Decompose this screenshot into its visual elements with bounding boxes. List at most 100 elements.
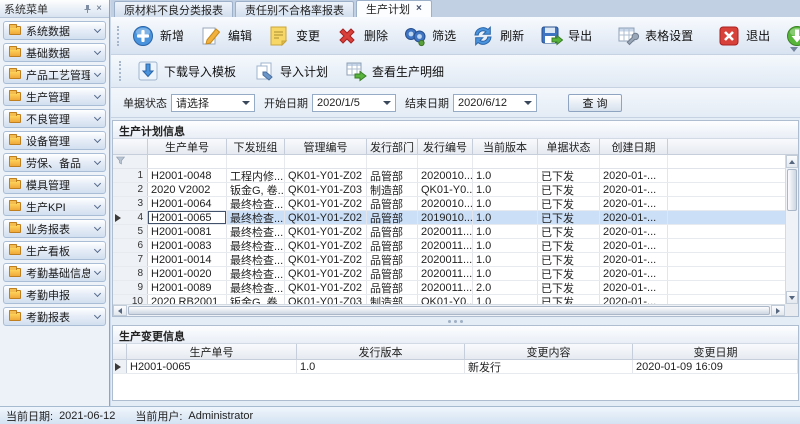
table-cell[interactable]: 最终检查... [227, 197, 285, 210]
table-cell[interactable]: 最终检查... [227, 225, 285, 238]
table-cell[interactable]: 2020011... [418, 267, 473, 280]
table-cell[interactable]: QK01-Y01-Z02 [285, 197, 367, 210]
column-header[interactable]: 生产单号 [127, 344, 297, 359]
sidebar-item[interactable]: 生产看板 [3, 241, 106, 260]
table-cell[interactable]: H2001-0065 [148, 211, 227, 224]
grid-settings-button[interactable]: 表格设置 [609, 21, 700, 51]
column-header[interactable]: 下发班组 [227, 139, 285, 154]
filter-cell[interactable] [285, 155, 367, 168]
table-row[interactable]: 22020 V2002钣金G, 卷...QK01-Y01-Z03制造部QK01-… [113, 183, 798, 197]
scroll-down-icon[interactable] [786, 291, 798, 304]
table-cell[interactable]: 1.0 [473, 169, 538, 182]
table-cell[interactable]: H2001-0064 [148, 197, 227, 210]
table-cell[interactable]: 已下发 [538, 183, 600, 196]
table-cell[interactable]: 1.0 [297, 360, 465, 373]
table-cell[interactable]: 2020011... [418, 239, 473, 252]
filter-cell[interactable] [418, 155, 473, 168]
column-header[interactable]: 发行版本 [297, 344, 465, 359]
import-plan-button[interactable]: 导入计划 [246, 57, 335, 85]
tab-close-icon[interactable]: × [416, 4, 422, 14]
table-cell[interactable]: 1.0 [473, 267, 538, 280]
table-row[interactable]: 5H2001-0081最终检查...QK01-Y01-Z02品管部2020011… [113, 225, 798, 239]
tab[interactable]: 生产计划× [356, 0, 432, 17]
horizontal-scroll-thumb[interactable] [128, 306, 770, 315]
table-cell[interactable]: 已下发 [538, 253, 600, 266]
table-cell[interactable]: H2001-0081 [148, 225, 227, 238]
table-cell[interactable]: H2001-0065 [127, 360, 297, 373]
export-button[interactable]: 导出 [532, 21, 599, 51]
table-cell[interactable]: 品管部 [367, 239, 418, 252]
table-cell[interactable]: 品管部 [367, 211, 418, 224]
table-cell[interactable]: 品管部 [367, 197, 418, 210]
table-cell[interactable]: 新发行 [465, 360, 633, 373]
table-cell[interactable]: 2020-01-... [600, 211, 668, 224]
plan-vertical-scrollbar[interactable] [785, 155, 798, 304]
column-header[interactable]: 发行部门 [367, 139, 418, 154]
table-cell[interactable]: 2020-01-... [600, 281, 668, 294]
pin-icon[interactable] [81, 3, 93, 15]
table-cell[interactable]: 2020011... [418, 225, 473, 238]
table-cell[interactable]: 钣金G, 卷... [227, 183, 285, 196]
table-cell[interactable]: 最终检查... [227, 239, 285, 252]
add-button[interactable]: 新增 [124, 21, 191, 51]
filter-cell[interactable] [227, 155, 285, 168]
scroll-right-icon[interactable] [771, 305, 785, 316]
filter-cell[interactable] [600, 155, 668, 168]
table-cell[interactable]: 2020011... [418, 281, 473, 294]
column-header[interactable]: 生产单号 [148, 139, 227, 154]
scroll-up-icon[interactable] [786, 155, 798, 168]
table-cell[interactable]: 1.0 [473, 197, 538, 210]
edit-button[interactable]: 编辑 [192, 21, 259, 51]
table-row[interactable]: 9H2001-0089最终检查...QK01-Y01-Z02品管部2020011… [113, 281, 798, 295]
table-row[interactable]: 4H2001-0065最终检查...QK01-Y01-Z02品管部2019010… [113, 211, 798, 225]
scroll-left-icon[interactable] [113, 305, 127, 316]
table-cell[interactable]: QK01-Y01-Z02 [285, 253, 367, 266]
table-cell[interactable]: 2.0 [473, 281, 538, 294]
filter-cell[interactable] [538, 155, 600, 168]
table-cell[interactable]: 2020-01-... [600, 169, 668, 182]
table-cell[interactable]: 已下发 [538, 267, 600, 280]
table-cell[interactable]: 2020-01-... [600, 225, 668, 238]
table-cell[interactable]: 2020-01-... [600, 197, 668, 210]
table-cell[interactable]: 最终检查... [227, 211, 285, 224]
table-cell[interactable]: 品管部 [367, 267, 418, 280]
column-header[interactable]: 管理编号 [285, 139, 367, 154]
table-cell[interactable]: H2001-0048 [148, 169, 227, 182]
filter-cell[interactable] [367, 155, 418, 168]
sidebar-item[interactable]: 考勤申报 [3, 285, 106, 304]
table-cell[interactable]: 1.0 [473, 239, 538, 252]
table-cell[interactable]: 最终检查... [227, 281, 285, 294]
sidebar-item[interactable]: 业务报表 [3, 219, 106, 238]
vertical-scroll-thumb[interactable] [787, 169, 797, 211]
table-cell[interactable]: 2020-01-09 16:09 [633, 360, 798, 373]
panel-splitter[interactable] [112, 317, 799, 325]
table-row[interactable]: 6H2001-0083最终检查...QK01-Y01-Z02品管部2020011… [113, 239, 798, 253]
table-cell[interactable]: 2020-01-... [600, 253, 668, 266]
sidebar-item[interactable]: 生产KPI [3, 197, 106, 216]
table-cell[interactable]: 2020-01-... [600, 183, 668, 196]
sidebar-item[interactable]: 模具管理 [3, 175, 106, 194]
table-cell[interactable]: H2001-0089 [148, 281, 227, 294]
tab[interactable]: 原材料不良分类报表 [114, 1, 233, 17]
table-cell[interactable]: 品管部 [367, 225, 418, 238]
exit-button[interactable]: 退出 [710, 21, 777, 51]
table-cell[interactable]: 品管部 [367, 169, 418, 182]
sidebar-item[interactable]: 产品工艺管理 [3, 65, 106, 84]
table-cell[interactable]: 2020010... [418, 197, 473, 210]
table-cell[interactable]: 已下发 [538, 169, 600, 182]
table-row[interactable]: 1H2001-0048工程内修...QK01-Y01-Z02品管部2020010… [113, 169, 798, 183]
table-cell[interactable]: 2019010... [418, 211, 473, 224]
download-template-button[interactable]: 下载导入模板 [130, 57, 243, 85]
view-detail-button[interactable]: 查看生产明细 [338, 57, 451, 85]
refresh-button[interactable]: 刷新 [464, 21, 531, 51]
toolbar-overflow-icon[interactable] [790, 47, 798, 52]
search-button[interactable]: 查 询 [568, 94, 622, 112]
table-cell[interactable]: 1.0 [473, 211, 538, 224]
sidebar-item[interactable]: 设备管理 [3, 131, 106, 150]
sidebar-item[interactable]: 考勤报表 [3, 307, 106, 326]
table-cell[interactable]: 已下发 [538, 239, 600, 252]
table-cell[interactable]: QK01-Y0... [418, 183, 473, 196]
column-header[interactable]: 单据状态 [538, 139, 600, 154]
table-cell[interactable]: QK01-Y01-Z02 [285, 169, 367, 182]
table-cell[interactable]: 1.0 [473, 183, 538, 196]
